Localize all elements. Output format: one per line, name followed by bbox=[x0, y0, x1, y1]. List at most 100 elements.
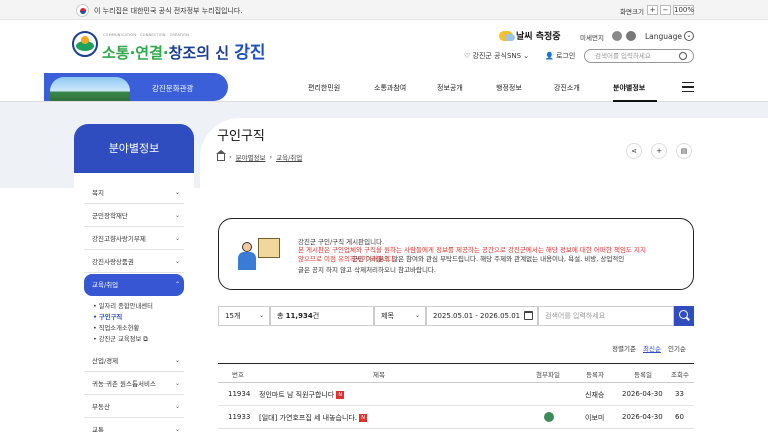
sort-label: 정렬기준 bbox=[612, 345, 636, 353]
page-size-select[interactable]: 15개 ⌄ bbox=[218, 306, 270, 326]
bookmark-icon[interactable]: + bbox=[651, 143, 667, 159]
breadcrumb-item[interactable]: 분야별정보 bbox=[236, 152, 266, 162]
nav-item-admin[interactable]: 행정정보 bbox=[496, 83, 522, 93]
login-label: 로그인 bbox=[555, 52, 576, 60]
job-board-illustration-icon bbox=[236, 236, 282, 272]
nav-item-participation[interactable]: 소통과참여 bbox=[374, 83, 406, 93]
sidebar-item-real-estate[interactable]: 부동산 ⌄ bbox=[84, 396, 184, 418]
sidebar-sub-agencies[interactable]: 직업소개소현황 bbox=[93, 323, 140, 332]
board-search-placeholder: 검색어를 입력하세요 bbox=[545, 312, 606, 320]
sidebar-item-hometown-donation[interactable]: 강진고향사랑기부제 ⌄ bbox=[84, 228, 184, 250]
col-attachment: 첨부파일 bbox=[536, 371, 560, 379]
search-field-value: 제목 bbox=[381, 312, 394, 320]
menu-icon[interactable] bbox=[682, 82, 694, 92]
chevron-down-icon: ⌄ bbox=[174, 189, 180, 196]
search-field-select[interactable]: 제목 ⌄ bbox=[374, 306, 426, 326]
sidebar-item-label: 교육/취업 bbox=[92, 281, 119, 289]
sidebar-item-education-jobs[interactable]: 교육/취업 ⌃ bbox=[84, 274, 184, 296]
sidebar-item-industry[interactable]: 산업/경제 ⌄ bbox=[84, 350, 184, 372]
zoom-out-button[interactable]: − bbox=[660, 5, 671, 15]
header-search-input[interactable]: 검색어를 입력하세요 bbox=[584, 49, 694, 63]
chevron-down-icon: ⌄ bbox=[258, 312, 264, 319]
attachment-icon[interactable] bbox=[544, 412, 554, 422]
logo-text-1: 소통·연결· bbox=[102, 44, 169, 62]
sidebar-item-welfare[interactable]: 복지 ⌄ bbox=[84, 182, 184, 204]
sidebar-sub-job-board[interactable]: 구인구직 bbox=[93, 312, 122, 321]
gov-notice-text: 이 누리집은 대한민국 공식 전자정부 누리집입니다. bbox=[94, 7, 243, 15]
row-number: 11934 bbox=[228, 390, 251, 398]
sidebar-item-label: 군민장학재단 bbox=[92, 212, 128, 220]
weather-text: 날씨 측정중 bbox=[516, 32, 561, 42]
print-icon[interactable]: ▤ bbox=[676, 143, 692, 159]
breadcrumb: › 분야별정보 › 교육/취업 bbox=[216, 149, 302, 162]
total-count-value: 11,934 bbox=[285, 312, 313, 320]
zoom-label: 화면크기 bbox=[620, 8, 644, 16]
nav-item-civil[interactable]: 편리한민원 bbox=[308, 83, 340, 93]
board-search-input[interactable]: 검색어를 입력하세요 bbox=[538, 306, 674, 326]
row-date: 2026-04-30 bbox=[622, 390, 663, 398]
sort-popular[interactable]: 인기순 bbox=[668, 343, 686, 353]
table-header bbox=[218, 363, 694, 383]
logo-text-2: 창조의 신 bbox=[168, 44, 235, 62]
sidebar-item-return-farming[interactable]: 귀농·귀촌 원스톱서비스 ⌄ bbox=[84, 373, 184, 395]
row-title[interactable]: 정인마트 남 직원구합니다 N bbox=[259, 390, 345, 400]
chevron-down-icon: ⌄ bbox=[174, 380, 180, 387]
nav-item-fields[interactable]: 분야별정보 bbox=[613, 83, 645, 93]
ultrafine-dust-icon bbox=[626, 31, 636, 41]
date-range-value: 2025.05.01 - 2026.05.01 bbox=[433, 312, 521, 320]
sort-latest[interactable]: 최신순 bbox=[643, 343, 661, 353]
sidebar-item-label: 강진사랑상품권 bbox=[92, 258, 134, 266]
row-views: 60 bbox=[675, 413, 684, 421]
search-icon[interactable] bbox=[679, 52, 687, 60]
new-badge: N bbox=[359, 414, 368, 422]
chevron-down-icon: ⌄ bbox=[414, 312, 420, 319]
sidebar-item-label: 귀농·귀촌 원스톱서비스 bbox=[92, 380, 156, 388]
culture-tourism-label: 강진문화관광 bbox=[152, 84, 194, 93]
col-date: 등록일 bbox=[634, 371, 652, 379]
zoom-value: 100% bbox=[673, 5, 695, 15]
chevron-up-icon: ⌃ bbox=[174, 281, 180, 288]
sidebar-sub-job-center[interactable]: 일자리 종합안내센터 bbox=[93, 301, 153, 310]
weather-widget[interactable]: 날씨 측정중 bbox=[499, 29, 561, 42]
sidebar-item-label: 강진고향사랑기부제 bbox=[92, 235, 146, 243]
sidebar-item-gift-voucher[interactable]: 강진사랑상품권 ⌄ bbox=[84, 251, 184, 273]
calendar-icon[interactable] bbox=[524, 311, 533, 320]
sidebar-item-transport[interactable]: 교통 ⌄ bbox=[84, 419, 184, 432]
total-count: 총 11,934건 bbox=[270, 306, 374, 326]
breadcrumb-separator: › bbox=[269, 153, 273, 161]
sidebar-item-label: 복지 bbox=[92, 189, 104, 197]
nav-item-about[interactable]: 강진소개 bbox=[554, 83, 580, 93]
login-link[interactable]: 👤 로그인 bbox=[545, 51, 575, 61]
col-number: 번호 bbox=[232, 371, 244, 379]
header-search-placeholder: 검색어를 입력하세요 bbox=[595, 52, 651, 60]
chevron-down-icon: ⌄ bbox=[174, 235, 180, 242]
culture-tourism-banner[interactable]: 강진문화관광 bbox=[44, 73, 255, 101]
row-title[interactable]: [일대] 가연호프집 세 내놓습니다. N bbox=[259, 413, 368, 423]
sidebar-item-scholarship[interactable]: 군민장학재단 ⌄ bbox=[84, 205, 184, 227]
chevron-down-icon: ⌄ bbox=[174, 212, 180, 219]
row-views: 33 bbox=[675, 390, 684, 398]
sidebar-sub-education-info[interactable]: 강진군 교육정보 ⧉ bbox=[93, 334, 148, 344]
sns-link[interactable]: ♡ 강진군 공식SNS ⌄ bbox=[464, 51, 529, 61]
logo-subtitle: COMMUNICATION · CONNECTION · CREATION bbox=[103, 33, 190, 37]
landmark-illustration-icon bbox=[50, 77, 130, 101]
chevron-down-icon: ⌄ bbox=[174, 258, 180, 265]
notice-line-4: 글은 공지 하지 않고 삭제처리하오니 참고바랍니다. bbox=[298, 266, 436, 274]
gangjin-emblem-icon[interactable] bbox=[72, 31, 98, 57]
external-link-icon: ⧉ bbox=[143, 336, 148, 343]
site-logo[interactable]: 소통·연결·창조의 신 강진 bbox=[102, 38, 266, 63]
sidebar-item-label: 교통 bbox=[92, 426, 104, 432]
share-icon[interactable]: ⋖ bbox=[626, 143, 642, 159]
sns-label: 강진군 공식SNS bbox=[472, 52, 522, 60]
korea-flag-icon bbox=[76, 4, 89, 17]
date-range-input[interactable]: 2025.05.01 - 2026.05.01 bbox=[426, 306, 538, 326]
home-icon[interactable] bbox=[216, 149, 226, 161]
zoom-in-button[interactable]: + bbox=[647, 5, 658, 15]
row-date: 2026-04-30 bbox=[622, 413, 663, 421]
gov-topbar: 이 누리집은 대한민국 공식 전자정부 누리집입니다. 화면크기 + − 100… bbox=[0, 0, 768, 20]
search-button[interactable] bbox=[674, 306, 694, 326]
breadcrumb-item[interactable]: 교육/취업 bbox=[276, 152, 302, 162]
nav-item-info-disclosure[interactable]: 정보공개 bbox=[437, 83, 463, 93]
weather-icon bbox=[499, 30, 515, 41]
language-selector[interactable]: Language bbox=[645, 32, 682, 41]
